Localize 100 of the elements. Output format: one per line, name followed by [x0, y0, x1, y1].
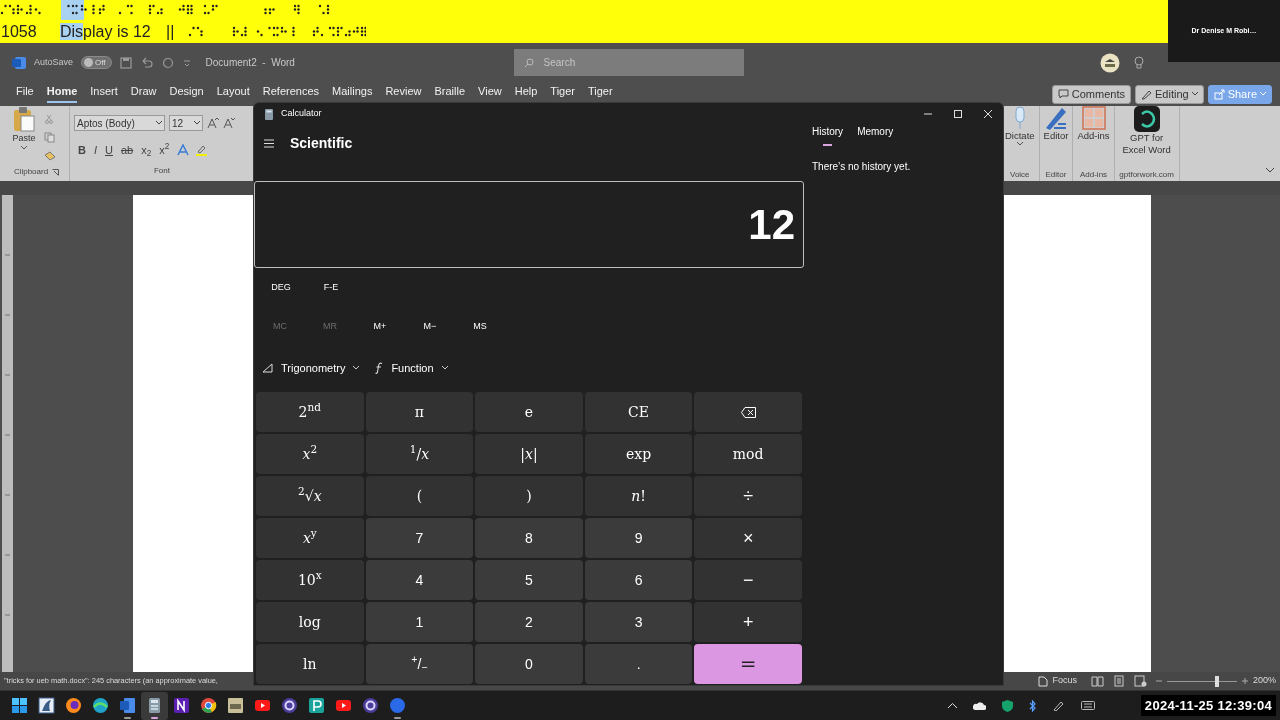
calculator-key[interactable]: 10$^{x}$ — [256, 560, 364, 600]
calculator-key[interactable]: ) — [475, 476, 583, 516]
calculator-key[interactable]: 3 — [584, 602, 693, 642]
shield-icon[interactable] — [1001, 699, 1013, 712]
calculator-key[interactable]: 2 — [475, 602, 583, 642]
menu-tab[interactable]: View — [478, 85, 502, 103]
web-layout-icon[interactable] — [1133, 675, 1147, 687]
autosave-toggle[interactable]: Off — [81, 56, 112, 69]
print-layout-icon[interactable] — [1112, 675, 1125, 687]
editing-button[interactable]: Editing — [1135, 84, 1204, 104]
format-button[interactable]: B — [74, 144, 90, 156]
calculator-key[interactable]: ln — [256, 644, 364, 684]
memory-button[interactable]: M+ — [355, 320, 405, 334]
logo-icon[interactable] — [1099, 52, 1120, 73]
dictate-button[interactable]: Dictate — [1005, 106, 1035, 169]
menu-tab[interactable]: Home — [46, 85, 78, 103]
menu-tab[interactable]: Layout — [216, 85, 250, 103]
save-icon[interactable] — [119, 56, 132, 69]
search-field[interactable]: Search — [513, 49, 744, 76]
calculator-key[interactable]: exp — [584, 434, 693, 474]
panel-tab[interactable]: History — [812, 124, 844, 146]
menu-tab[interactable]: Braille — [434, 85, 466, 103]
calculator-key[interactable]: log — [256, 602, 364, 642]
menu-tab[interactable]: Design — [169, 85, 204, 103]
bluetooth-icon[interactable] — [1028, 699, 1037, 712]
format-button[interactable]: x$^{2}$ — [155, 144, 174, 156]
cloud-icon[interactable] — [972, 701, 986, 710]
calculator-key[interactable]: . — [584, 644, 693, 684]
memory-button[interactable]: MS — [455, 320, 505, 334]
customize-icon[interactable] — [181, 57, 192, 68]
format-button[interactable]: I — [89, 144, 101, 156]
font-name-dropdown[interactable]: Aptos (Body) — [74, 115, 165, 131]
taskbar-button[interactable] — [141, 691, 168, 720]
menu-tab[interactable]: Review — [385, 85, 422, 103]
read-mode-icon[interactable] — [1090, 675, 1104, 687]
mode-toggle[interactable]: DEG — [256, 281, 306, 295]
menu-tab[interactable]: Tiger — [588, 85, 613, 103]
collapse-icon[interactable] — [1266, 168, 1274, 173]
calculator-key[interactable]: + — [694, 602, 802, 642]
shrink-font-icon[interactable] — [223, 117, 235, 129]
format-button[interactable]: x$_{2}$ — [137, 144, 156, 156]
calculator-key[interactable]: 4 — [365, 560, 474, 600]
calculator-key[interactable]: − — [694, 560, 802, 600]
menu-tab[interactable]: Insert — [90, 85, 118, 103]
menu-tab[interactable]: Draw — [130, 85, 157, 103]
calculator-key[interactable]: 9 — [584, 518, 693, 558]
calculator-key[interactable]: n! — [584, 476, 693, 516]
font-size-dropdown[interactable]: 12 — [169, 115, 203, 131]
paste-button[interactable]: Paste — [4, 106, 44, 166]
brush-icon[interactable] — [44, 151, 56, 162]
calculator-key[interactable]: |x| — [475, 434, 583, 474]
menu-tab[interactable]: File — [16, 85, 34, 103]
minimize-icon[interactable] — [924, 110, 932, 118]
calculator-key[interactable]: 1 — [365, 602, 474, 642]
calculator-key[interactable]: 5 — [475, 560, 583, 600]
calculator-key[interactable]: × — [694, 518, 802, 558]
launcher-icon[interactable] — [52, 168, 60, 176]
calculator-key[interactable]: ( — [365, 476, 474, 516]
add-ins-button[interactable]: Add-ins — [1077, 106, 1110, 169]
panel-tab[interactable]: Memory — [857, 124, 894, 146]
format-button[interactable]: U — [101, 144, 117, 156]
lightbulb-icon[interactable] — [1133, 55, 1144, 70]
calculator-key[interactable]: mod — [694, 434, 802, 474]
calculator-key[interactable]: 2$^{nd}$ — [256, 392, 364, 432]
comments-button[interactable]: Comments — [1051, 84, 1131, 104]
calculator-key[interactable]: x$^{y}$ — [256, 518, 364, 558]
highlighter-icon[interactable] — [195, 144, 208, 156]
gpt-button[interactable]: GPT for Excel Word — [1118, 106, 1175, 169]
menu-tab[interactable]: Tiger — [550, 85, 575, 103]
dropdown-menu-button[interactable]: Function — [375, 359, 448, 377]
editor-button[interactable]: Editor — [1043, 106, 1069, 169]
menu-icon[interactable] — [264, 138, 274, 148]
calculator-key[interactable]: CE — [584, 392, 693, 432]
keyboard-icon[interactable] — [1080, 701, 1095, 710]
menu-tab[interactable]: Mailings — [332, 85, 373, 103]
dropdown-menu-button[interactable]: Trigonometry — [262, 359, 360, 377]
calculator-key[interactable]: 8 — [475, 518, 583, 558]
maximize-icon[interactable] — [954, 110, 962, 118]
calculator-key[interactable]: x$^{2}$ — [256, 434, 364, 474]
close-icon[interactable] — [984, 110, 992, 118]
calculator-key[interactable]: $^{1}$/x — [365, 434, 474, 474]
calculator-key[interactable]: 6 — [584, 560, 693, 600]
mode-toggle[interactable]: F-E — [306, 281, 356, 295]
chevron-up-icon[interactable] — [947, 702, 957, 709]
equals-button[interactable]: = — [694, 644, 802, 684]
calculator-key[interactable]: e — [475, 392, 583, 432]
zoom-in-icon[interactable] — [1241, 678, 1248, 684]
calculator-key[interactable]: $^{2}$√x — [256, 476, 364, 516]
pen-icon[interactable] — [1052, 700, 1065, 711]
calculator-key[interactable]: π — [365, 392, 474, 432]
calculator-key[interactable]: 7 — [365, 518, 474, 558]
focus-button[interactable]: Focus — [1038, 674, 1077, 688]
text-effects-icon[interactable] — [177, 144, 190, 156]
menu-tab[interactable]: Help — [514, 85, 538, 103]
calculator-key[interactable]: $^{+}$/$_{−}$ — [365, 644, 474, 684]
grow-font-icon[interactable] — [207, 117, 219, 129]
menu-tab[interactable]: References — [262, 85, 320, 103]
memory-button[interactable]: M− — [405, 320, 455, 334]
calculator-key[interactable]: ÷ — [694, 476, 802, 516]
calculator-key[interactable]: 0 — [475, 644, 583, 684]
